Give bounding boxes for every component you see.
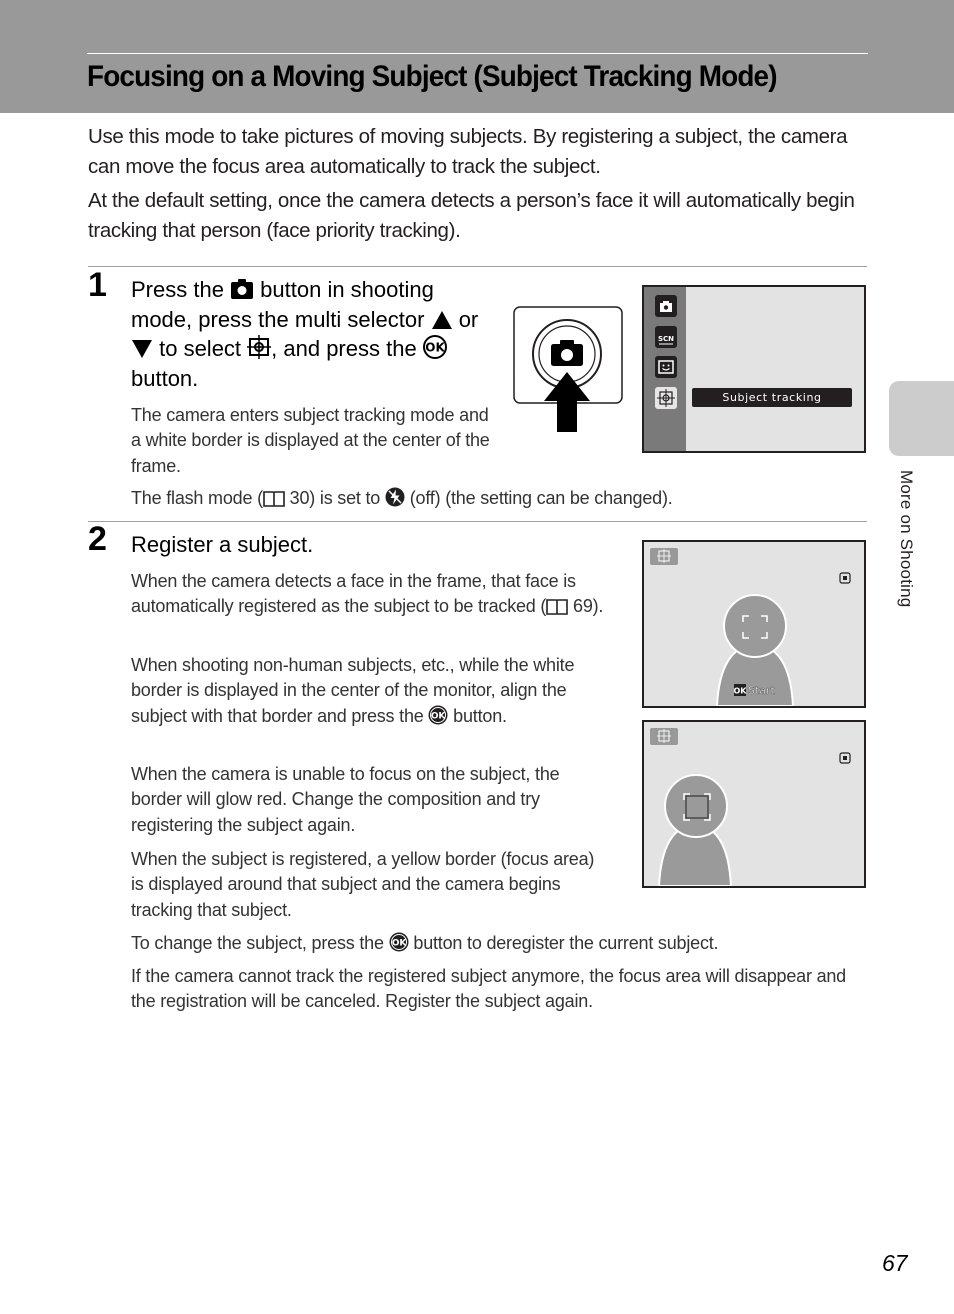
step2-paragraph: When the subject is registered, a yellow… bbox=[131, 849, 595, 920]
vibration-reduction-icon bbox=[839, 572, 851, 584]
text: (off) (the setting can be changed). bbox=[404, 488, 673, 508]
divider bbox=[88, 521, 867, 522]
section-label: More on Shooting bbox=[897, 470, 916, 608]
auto-mode-icon bbox=[655, 295, 677, 317]
intro-paragraph: Use this mode to take pictures of moving… bbox=[88, 125, 848, 178]
ok-button-icon: OK bbox=[389, 932, 409, 952]
text: to select bbox=[153, 336, 248, 361]
section-tab bbox=[889, 381, 954, 456]
step-heading: Register a subject. bbox=[131, 532, 314, 557]
menu-sidebar: SCN bbox=[644, 287, 686, 451]
text: , and press the bbox=[271, 336, 423, 361]
text: The flash mode ( bbox=[131, 488, 263, 508]
subject-tracking-icon bbox=[247, 335, 272, 359]
text: button. bbox=[448, 705, 507, 726]
book-reference-icon bbox=[263, 491, 285, 507]
step2-paragraph: When the camera detects a face in the fr… bbox=[131, 569, 611, 620]
smart-portrait-icon bbox=[655, 356, 677, 378]
step2-paragraph: When the camera is unable to focus on th… bbox=[131, 764, 560, 835]
svg-text:OK: OK bbox=[431, 711, 446, 721]
down-triangle-icon bbox=[132, 340, 152, 358]
intro-paragraph: At the default setting, once the camera … bbox=[88, 189, 855, 242]
subject-head-silhouette bbox=[723, 594, 787, 658]
subject-head-silhouette bbox=[664, 774, 728, 838]
text: To change the subject, press the bbox=[131, 933, 389, 953]
up-triangle-icon bbox=[431, 310, 452, 329]
step1-body: The camera enters subject tracking mode … bbox=[131, 405, 490, 476]
subject-tracking-mode-icon bbox=[650, 728, 678, 745]
monitor-screen-before-registration: OK Start bbox=[642, 540, 866, 708]
step1-note: The flash mode ( 30) is set to (off) (th… bbox=[131, 486, 851, 511]
page-number: 67 bbox=[882, 1250, 908, 1276]
header-rule bbox=[87, 53, 868, 54]
ok-badge-text: OK bbox=[734, 687, 748, 696]
start-label: Start bbox=[748, 684, 776, 697]
header-band bbox=[0, 0, 954, 113]
step2-paragraph: If the camera cannot track the registere… bbox=[131, 966, 846, 1012]
text: button. bbox=[131, 365, 199, 391]
ok-button-icon: OK bbox=[422, 335, 447, 359]
camera-icon bbox=[231, 279, 254, 299]
text: button to deregister the current subject… bbox=[408, 933, 719, 953]
text: Press the bbox=[131, 277, 231, 302]
page-title: Focusing on a Moving Subject (Subject Tr… bbox=[87, 60, 778, 93]
text: or bbox=[452, 306, 479, 332]
svg-text:SCN: SCN bbox=[658, 335, 674, 343]
monitor-screen-tracking bbox=[642, 720, 866, 888]
svg-text:OK: OK bbox=[391, 939, 406, 949]
step2-paragraph: When shooting non-human subjects, etc., … bbox=[131, 653, 601, 729]
book-reference-icon bbox=[546, 599, 569, 616]
step-number: 1 bbox=[88, 266, 107, 304]
divider bbox=[88, 266, 867, 267]
flash-off-icon bbox=[385, 487, 405, 507]
step-number: 2 bbox=[88, 520, 107, 558]
text: 30) is set to bbox=[284, 488, 385, 508]
shutter-button-illustration bbox=[513, 306, 623, 432]
subject-tracking-icon bbox=[655, 387, 677, 409]
vibration-reduction-icon bbox=[839, 752, 851, 764]
step-heading: Press the button in shooting mode, press… bbox=[131, 275, 491, 393]
shooting-mode-menu-screen: SCN Subject tracking bbox=[642, 285, 866, 453]
scene-icon: SCN bbox=[655, 326, 677, 348]
selected-mode-label: Subject tracking bbox=[692, 388, 852, 407]
step2-paragraph: To change the subject, press the OK butt… bbox=[131, 931, 871, 956]
svg-text:OK: OK bbox=[425, 341, 445, 355]
text: 69). bbox=[568, 596, 604, 617]
text: When shooting non-human subjects, etc., … bbox=[131, 655, 575, 726]
subject-tracking-mode-icon bbox=[650, 548, 678, 565]
ok-button-icon: OK bbox=[428, 705, 448, 725]
text: When the camera detects a face in the fr… bbox=[131, 571, 576, 617]
